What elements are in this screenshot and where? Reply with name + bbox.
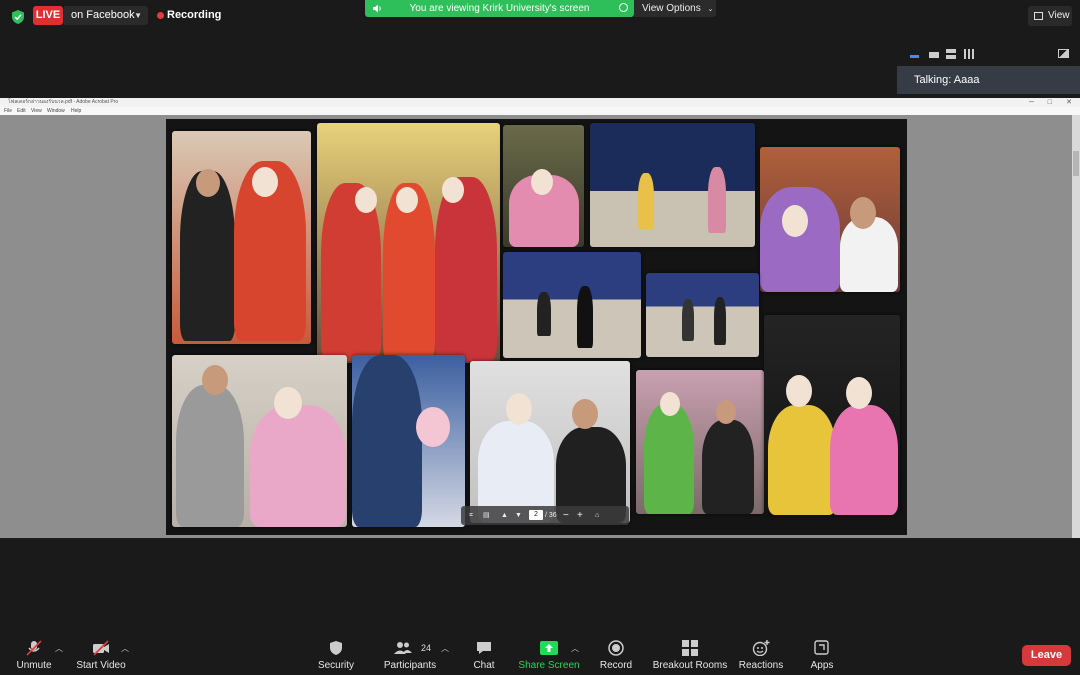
pdf-page-photo-collage [166, 119, 907, 535]
menu-window[interactable]: Window [47, 107, 65, 115]
photo-staff-with-performer [172, 355, 347, 527]
apps-button[interactable]: Apps [804, 633, 840, 675]
unmute-label: Unmute [16, 660, 52, 671]
start-video-button[interactable]: Start Video [75, 633, 127, 675]
video-layout-switcher [910, 49, 1070, 61]
acrobat-scrollbar[interactable] [1072, 115, 1080, 538]
chevron-down-icon: ▼ [134, 11, 142, 20]
previous-page-icon[interactable]: ▲ [501, 506, 508, 525]
select-tool-icon[interactable]: ⌗ [469, 506, 473, 525]
video-options-chevron-icon[interactable]: ︿ [121, 643, 129, 654]
chat-label: Chat [473, 660, 495, 671]
acrobat-window-title: โฟลเดอร์กล่าวนองรับนวล.pdf - Adobe Acrob… [8, 99, 119, 105]
participants-icon [394, 642, 413, 654]
viewing-banner-text: You are viewing Krirk University's scree… [409, 3, 590, 14]
unmute-button[interactable]: Unmute [12, 633, 56, 675]
photo-practice-pose [646, 273, 759, 357]
record-icon [608, 640, 624, 656]
maximize-icon[interactable]: □ [1048, 98, 1052, 107]
live-platform-dropdown[interactable]: on Facebook ▼ [64, 6, 148, 25]
photo-rehearsal-hall [590, 123, 755, 247]
acrobat-title-bar: โฟลเดอร์กล่าวนองรับนวล.pdf - Adobe Acrob… [0, 98, 1080, 107]
security-label: Security [317, 660, 355, 671]
acrobat-menu-bar: File Edit View Window Help [0, 107, 1080, 115]
meeting-control-bar: Unmute ︿ Start Video ︿ Security 24 Parti… [0, 633, 1080, 675]
chat-button[interactable]: Chat [466, 633, 502, 675]
breakout-rooms-grid-icon [682, 640, 698, 656]
share-screen-icon [540, 641, 558, 655]
record-label: Record [599, 660, 633, 671]
photo-two-performers-yellow-pink [764, 315, 900, 515]
audio-options-chevron-icon[interactable]: ︿ [55, 643, 63, 654]
view-button[interactable]: View [1028, 6, 1072, 26]
photo-performer-with-student [172, 131, 311, 344]
chevron-down-icon: ⌄ [707, 6, 714, 13]
smiley-plus-icon [752, 640, 770, 656]
share-screen-label: Share Screen [518, 660, 580, 671]
reactions-label: Reactions [738, 660, 784, 671]
viewing-screen-banner: You are viewing Krirk University's scree… [365, 0, 634, 17]
live-platform-label: on Facebook [71, 9, 135, 21]
minimize-layout-icon[interactable] [910, 55, 919, 58]
strip-layout-icon[interactable] [929, 52, 939, 58]
reactions-button[interactable]: Reactions [738, 633, 784, 675]
participants-button[interactable]: 24 Participants [381, 633, 439, 675]
microphone-muted-icon [26, 640, 42, 656]
menu-edit[interactable]: Edit [17, 107, 26, 115]
participants-count: 24 [421, 643, 432, 653]
view-options-label: View Options [642, 3, 701, 14]
participants-label: Participants [383, 660, 437, 671]
participants-options-chevron-icon[interactable]: ︿ [441, 643, 449, 654]
photo-performer-purple-with-man [760, 147, 900, 292]
view-button-label: View [1048, 10, 1070, 21]
photo-group-backstage [636, 370, 764, 514]
photo-performer-blue-robe-with-student [470, 361, 630, 523]
view-options-button[interactable]: View Options ⌄ [634, 0, 716, 17]
gallery-layout-icon[interactable] [964, 49, 974, 59]
recording-label: Recording [167, 9, 222, 21]
photo-performer-pink-robe [503, 125, 584, 247]
menu-help[interactable]: Help [71, 107, 81, 115]
breakout-rooms-label: Breakout Rooms [652, 660, 728, 671]
security-shield-icon [12, 10, 24, 24]
recording-dot-icon [157, 12, 164, 19]
record-button[interactable]: Record [596, 633, 636, 675]
next-page-icon[interactable]: ▼ [515, 506, 522, 525]
photo-practice-stretch [503, 252, 641, 358]
zoom-in-icon[interactable]: + [577, 506, 583, 525]
chat-bubble-icon [477, 642, 491, 654]
info-circle-icon[interactable] [619, 3, 628, 12]
split-layout-icon[interactable] [946, 49, 956, 59]
security-button[interactable]: Security [313, 633, 359, 675]
shield-icon [330, 641, 342, 655]
menu-view[interactable]: View [31, 107, 42, 115]
speaker-icon [373, 4, 381, 13]
live-badge[interactable]: LIVE [33, 6, 63, 25]
apps-icon [814, 640, 829, 655]
share-screen-button[interactable]: Share Screen [518, 633, 580, 675]
video-camera-off-icon [93, 640, 109, 656]
share-options-chevron-icon[interactable]: ︿ [571, 643, 579, 654]
page-total-label: / 36 [545, 512, 557, 519]
photo-three-performers [317, 123, 500, 363]
home-icon[interactable]: ⌂ [595, 506, 599, 525]
print-icon[interactable]: ▤ [483, 506, 490, 525]
leave-button[interactable]: Leave [1022, 645, 1071, 666]
popout-icon[interactable] [1058, 49, 1069, 58]
grid-view-icon [1034, 12, 1043, 20]
start-video-label: Start Video [76, 660, 126, 671]
talking-indicator: Talking: Aaaa [897, 66, 1080, 94]
apps-label: Apps [810, 660, 834, 671]
breakout-rooms-button[interactable]: Breakout Rooms [652, 633, 728, 675]
photo-makeup-application [352, 355, 465, 527]
minimize-icon[interactable]: ─ [1029, 98, 1034, 107]
page-number-input[interactable]: 2 [529, 510, 543, 520]
menu-file[interactable]: File [4, 107, 12, 115]
zoom-out-icon[interactable]: − [563, 506, 569, 525]
close-icon[interactable]: ✕ [1066, 98, 1072, 107]
pdf-page-navigation-toolbar: ⌗ ▤ ▲ ▼ 2 / 36 − + ⌂ [461, 506, 629, 525]
